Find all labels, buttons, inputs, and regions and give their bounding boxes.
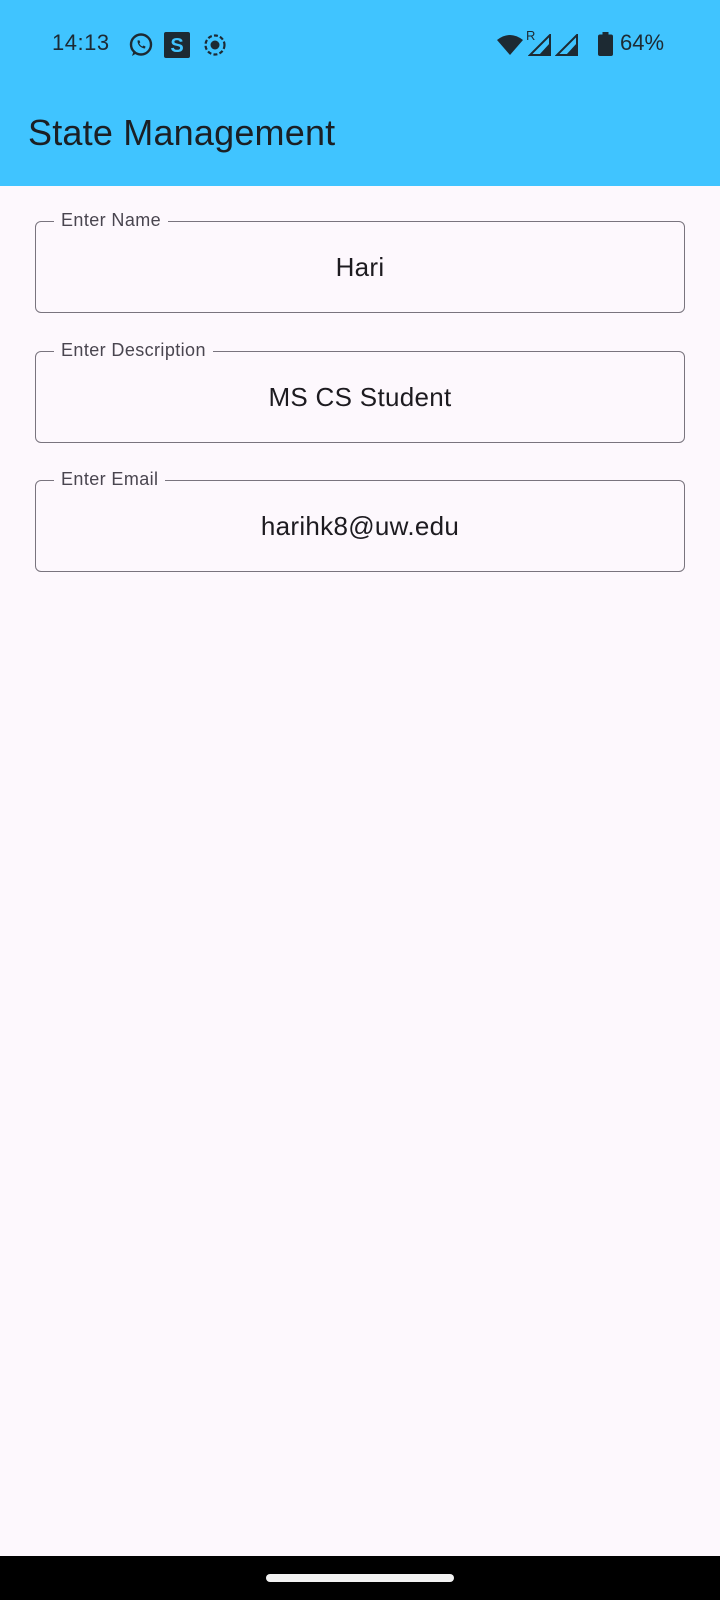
description-field-value[interactable]: MS CS Student: [36, 382, 684, 412]
battery-icon: [598, 32, 613, 56]
name-field-label: Enter Name: [54, 209, 169, 231]
battery-percentage: 64%: [620, 30, 665, 55]
status-time: 14:13: [52, 30, 110, 55]
email-field-label: Enter Email: [54, 468, 166, 490]
svg-text:S: S: [170, 35, 183, 57]
home-gesture-handle[interactable]: [266, 1574, 454, 1582]
screen-record-icon: [204, 34, 226, 56]
email-field-value[interactable]: harihk8@uw.edu: [36, 511, 684, 541]
signal-icon-secondary: [555, 34, 578, 56]
description-field[interactable]: Enter Description MS CS Student: [35, 339, 685, 443]
app-bar: 14:13 S R 64% State Management: [0, 0, 720, 186]
navigation-bar: [0, 1556, 720, 1600]
signal-icon: [528, 34, 551, 56]
app-title: State Management: [28, 112, 336, 153]
name-field[interactable]: Enter Name Hari: [35, 209, 685, 313]
email-field[interactable]: Enter Email harihk8@uw.edu: [35, 468, 685, 572]
description-field-label: Enter Description: [54, 339, 213, 361]
whatsapp-icon: [129, 33, 153, 56]
name-field-value[interactable]: Hari: [36, 252, 684, 282]
s-app-icon: S: [164, 32, 190, 58]
status-bar: 14:13 S R 64%: [0, 0, 720, 88]
wifi-icon: [497, 35, 523, 55]
